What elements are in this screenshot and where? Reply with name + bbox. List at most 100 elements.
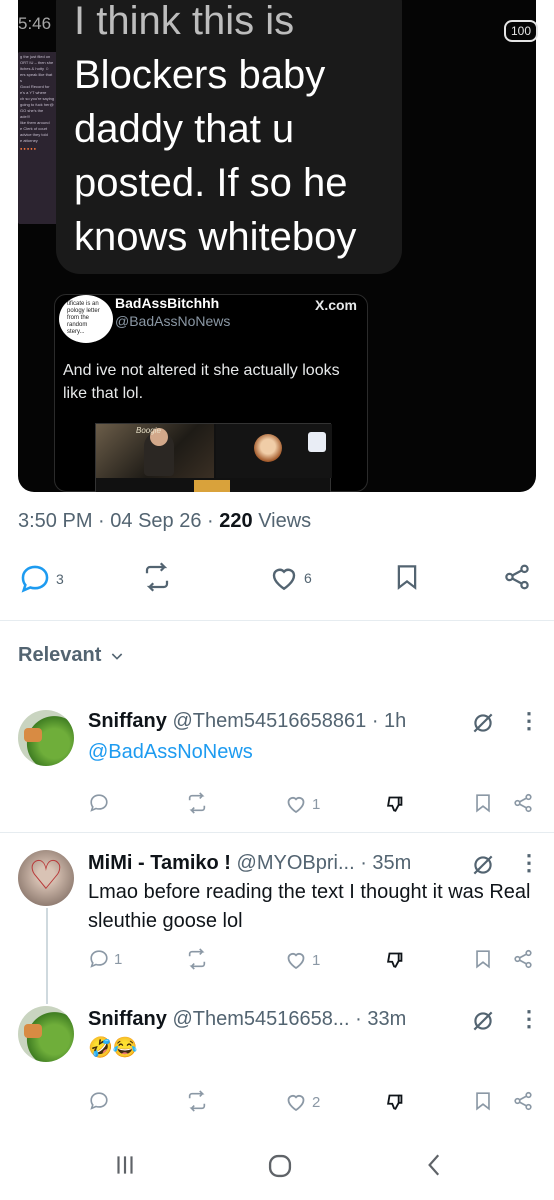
reply-actions: 11 [88, 948, 538, 972]
reply-text[interactable]: @BadAssNoNews [88, 738, 538, 767]
home-icon [268, 1154, 292, 1178]
grok-icon[interactable] [470, 852, 496, 878]
reply-header: MiMi - Tamiko ! @MYOBpri... · 35m [88, 852, 411, 875]
reply-button[interactable] [88, 792, 114, 814]
reply-button[interactable]: 1 [88, 948, 122, 970]
reply-header: Sniffany @Them54516658... · 33m [88, 1008, 406, 1031]
reply-button[interactable]: 3 [18, 562, 64, 596]
avatar[interactable] [18, 1006, 74, 1062]
recent-apps-button[interactable] [112, 1152, 138, 1178]
reply-icon [90, 794, 108, 812]
repost-icon [188, 1090, 206, 1112]
like-count: 1 [312, 795, 321, 813]
reply-author-name[interactable]: Sniffany [88, 710, 167, 732]
dislike-icon [387, 1094, 403, 1110]
share-icon [514, 1091, 532, 1111]
reply-icon [90, 950, 108, 968]
reply-item[interactable]: MiMi - Tamiko ! @MYOBpri... · 35m ⋮ Lmao… [0, 836, 554, 986]
post-media[interactable]: g the just filed on ORT IU – then she itch… [18, 0, 536, 492]
like-button[interactable]: 1 [284, 792, 320, 816]
reply-author-name[interactable]: MiMi - Tamiko ! [88, 852, 231, 874]
like-button[interactable]: 6 [268, 562, 312, 594]
more-options-icon[interactable]: ⋮ [518, 1006, 540, 1032]
heart-icon [272, 568, 296, 591]
bookmark-button[interactable] [472, 948, 494, 970]
repost-button[interactable] [186, 1090, 212, 1112]
avatar[interactable] [18, 710, 74, 766]
reply-time: · 35m [360, 852, 412, 874]
reply-text[interactable]: Lmao before reading the text I thought i… [88, 878, 538, 936]
home-button[interactable] [266, 1152, 294, 1180]
grok-icon[interactable] [470, 710, 496, 736]
post-date: 04 Sep 26 [110, 510, 202, 532]
quoted-handle: @BadAssNoNews [115, 313, 231, 329]
reply-item[interactable]: Sniffany @Them54516658861 · 1h ⋮ @BadAss… [0, 696, 554, 832]
reply-author-handle: @Them54516658... [172, 1008, 350, 1030]
reply-item[interactable]: Sniffany @Them54516658... · 33m ⋮ 🤣😂 2 [0, 994, 554, 1130]
repost-button[interactable] [186, 792, 212, 814]
bookmark-button[interactable] [472, 1090, 494, 1112]
share-button[interactable] [502, 562, 532, 592]
post-time: 3:50 PM [18, 510, 93, 532]
like-count: 1 [312, 951, 321, 969]
share-icon [505, 564, 529, 590]
dislike-button[interactable] [384, 792, 406, 814]
reply-button[interactable] [88, 1090, 114, 1112]
grok-icon[interactable] [470, 1008, 496, 1034]
reply-actions: 1 [88, 792, 538, 816]
reply-count: 3 [56, 571, 64, 587]
share-icon [514, 949, 532, 969]
back-button[interactable] [422, 1152, 448, 1178]
divider [0, 620, 554, 621]
post-meta: 3:50 PM · 04 Sep 26 · 220 Views [18, 510, 312, 532]
thumbnail-label: Boogie [136, 426, 161, 435]
reply-author-handle: @Them54516658861 [172, 710, 367, 732]
views-label: Views [258, 510, 312, 532]
repost-button[interactable] [186, 948, 212, 970]
like-count: 2 [312, 1093, 321, 1111]
back-icon [428, 1154, 440, 1176]
reply-filter-label: Relevant [18, 644, 102, 666]
reply-actions: 2 [88, 1090, 538, 1114]
share-button[interactable] [512, 1090, 534, 1112]
reply-icon [21, 565, 49, 593]
dislike-button[interactable] [384, 1090, 406, 1112]
reply-filter[interactable]: Relevant [18, 644, 125, 667]
like-button[interactable]: 2 [284, 1090, 320, 1114]
heart-icon [287, 952, 305, 970]
quoted-media-thumbnails: Boogie [95, 423, 332, 492]
repost-icon [188, 792, 206, 814]
status-time: 5:46 [18, 14, 52, 33]
chevron-down-icon [112, 652, 123, 660]
views-count: 220 [219, 510, 253, 532]
more-options-icon[interactable]: ⋮ [518, 708, 540, 734]
share-button[interactable] [512, 948, 534, 970]
caption-bubble: I think this is Blockers baby daddy that… [56, 0, 402, 274]
repost-icon [145, 562, 169, 592]
battery-indicator: 100 [504, 20, 538, 42]
repost-button[interactable] [142, 562, 172, 592]
bookmark-button[interactable] [472, 792, 494, 814]
dislike-button[interactable] [384, 948, 406, 970]
reply-author-name[interactable]: Sniffany [88, 1008, 167, 1030]
like-button[interactable]: 1 [284, 948, 320, 972]
heart-icon [287, 796, 305, 814]
more-options-icon[interactable]: ⋮ [518, 850, 540, 876]
reply-header: Sniffany @Them54516658861 · 1h [88, 710, 406, 733]
recent-apps-icon [117, 1156, 133, 1174]
heart-icon [287, 1094, 305, 1112]
share-button[interactable] [512, 792, 534, 814]
bookmark-button[interactable] [392, 562, 422, 592]
reply-icon [90, 1092, 108, 1110]
quoted-avatar: tificate is an pology letter from the ra… [59, 295, 113, 343]
reply-text[interactable]: 🤣😂 [88, 1034, 538, 1063]
bookmark-icon [397, 565, 417, 590]
bookmark-icon [476, 950, 490, 969]
caption-line: daddy that u [74, 107, 295, 151]
caption-line: Blockers baby [74, 53, 326, 97]
reply-author-handle: @MYOBpri... [236, 852, 355, 874]
avatar[interactable] [18, 850, 74, 906]
reply-time: · 1h [371, 710, 407, 732]
status-bar: 5:46 100 [0, 10, 554, 42]
quoted-name: BadAssBitchhh [115, 295, 220, 311]
